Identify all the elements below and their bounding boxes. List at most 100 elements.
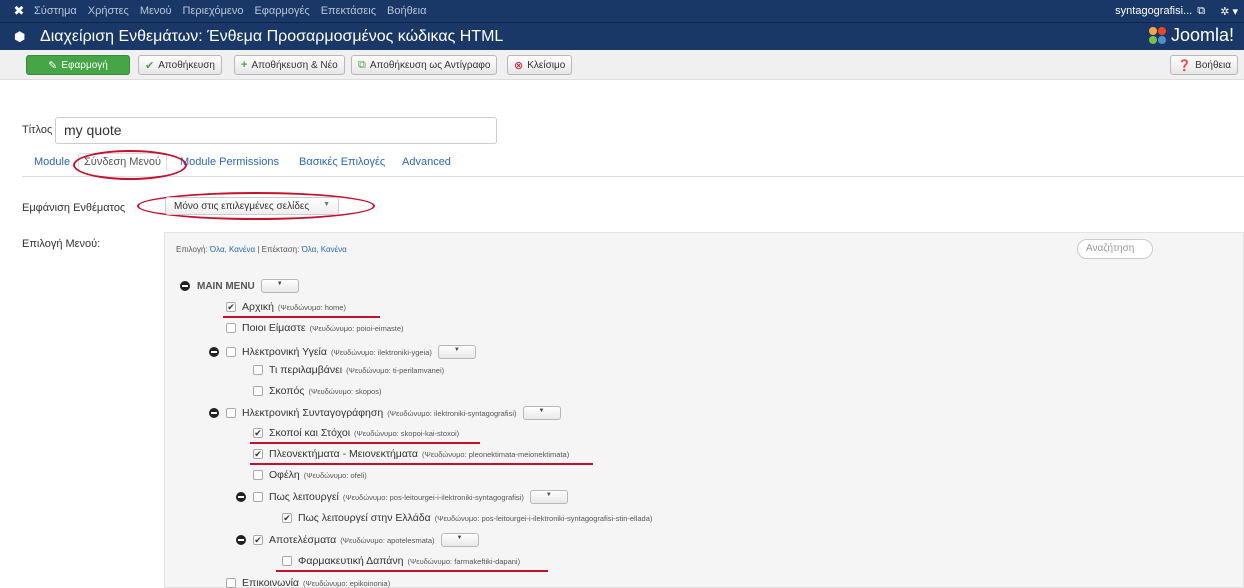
checkbox[interactable]	[226, 408, 236, 418]
menu-item-row: Πως λειτουργεί (Ψευδώνυμο: pos-leitourge…	[236, 490, 568, 504]
menu-content[interactable]: Περιεχόμενο	[183, 5, 244, 17]
menu-selection-label: Επιλογή Μενού:	[22, 238, 101, 250]
apply-button[interactable]: ✎ Εφαρμογή	[26, 55, 130, 75]
menu-extensions[interactable]: Επεκτάσεις	[321, 5, 376, 17]
checkbox[interactable]	[226, 323, 236, 333]
page-title: Διαχείριση Ενθεμάτων: Ένθεμα Προσαρμοσμέ…	[40, 27, 504, 45]
select-prefix: Επιλογή:	[176, 245, 208, 254]
external-link-icon[interactable]: ⧉	[1192, 5, 1210, 18]
menu-item-alias: (Ψευδώνυμο: ti-perilamvanei)	[346, 365, 445, 375]
close-icon: ⊗	[514, 59, 524, 72]
menu-item-row: Επικοινωνία (Ψευδώνυμο: epikoinonia)	[226, 576, 390, 588]
collapse-icon[interactable]	[236, 492, 246, 502]
menu-item-label: Πως λειτουργεί στην Ελλάδα	[298, 512, 431, 524]
menu-item-label: Ηλεκτρονική Υγεία	[242, 346, 327, 358]
menu-item-label: Αποτελέσματα	[269, 534, 337, 546]
menu-help[interactable]: Βοήθεια	[387, 5, 426, 17]
admin-menu: Σύστημα Χρήστες Μενού Περιεχόμενο Εφαρμο…	[34, 5, 437, 17]
menu-item-alias: (Ψευδώνυμο: pos-leitourgei-i-ilektroniki…	[434, 513, 653, 523]
save-label: Αποθήκευση	[158, 59, 215, 71]
close-button[interactable]: ⊗ Κλείσιμο	[507, 55, 573, 75]
menu-item-label: Ηλεκτρονική Συνταγογράφηση	[242, 407, 384, 419]
checkbox[interactable]: ✔	[282, 513, 292, 523]
menu-item-alias: (Ψευδώνυμο: ilektroniki-syntagografisi)	[387, 408, 517, 418]
expand-none-link[interactable]: Κανένα	[321, 245, 347, 254]
save-copy-button[interactable]: ⧉ Αποθήκευση ως Αντίγραφο	[351, 55, 498, 75]
dropdown-button[interactable]	[529, 490, 568, 504]
menu-system[interactable]: Σύστημα	[34, 5, 77, 17]
select-all-link[interactable]: Όλα,	[210, 245, 227, 254]
menu-item-label: Ποιοι Είμαστε	[242, 322, 306, 334]
help-button[interactable]: ❓ Βοήθεια	[1170, 55, 1238, 75]
menu-components[interactable]: Εφαρμογές	[254, 5, 309, 17]
menu-item-row: Σκοπός (Ψευδώνυμο: skopos)	[253, 384, 381, 398]
menu-item-row: ✔ Αρχική (Ψευδώνυμο: home)	[226, 300, 346, 314]
gear-icon[interactable]: ✲ ▾	[1220, 5, 1238, 18]
tab-divider	[22, 176, 1244, 177]
collapse-icon[interactable]	[209, 408, 219, 418]
collapse-icon[interactable]	[209, 347, 219, 357]
collapse-icon[interactable]	[236, 535, 246, 545]
annotation-underline	[223, 316, 380, 318]
tab-advanced[interactable]: Advanced	[402, 156, 451, 168]
tab-basic-options[interactable]: Βασικές Επιλογές	[299, 156, 385, 168]
dropdown-button[interactable]	[522, 406, 561, 420]
save-new-button[interactable]: + Αποθήκευση & Νέο	[234, 55, 345, 75]
toolbar: ✎ Εφαρμογή ✔ Αποθήκευση + Αποθήκευση & Ν…	[0, 50, 1244, 80]
menu-item-label: Σκοποί και Στόχοι	[269, 427, 351, 439]
menu-group-label: MAIN MENU	[197, 280, 255, 292]
checkbox[interactable]	[253, 386, 263, 396]
dropdown-button[interactable]	[437, 345, 476, 359]
check-icon: ✔	[145, 59, 155, 72]
caret-down-icon: ▼	[323, 201, 330, 208]
title-label: Τίτλος *	[22, 124, 60, 136]
checkbox[interactable]: ✔	[253, 535, 263, 545]
assignment-select[interactable]: Μόνο στις επιλεγμένες σελίδες ▼	[165, 197, 339, 215]
checkbox[interactable]: ✔	[253, 449, 263, 459]
menu-item-row: ✔ Αποτελέσματα (Ψευδώνυμο: apotelesmata)	[236, 533, 479, 547]
checkbox[interactable]	[226, 347, 236, 357]
tab-module[interactable]: Module	[34, 156, 70, 168]
dropdown-button[interactable]	[440, 533, 479, 547]
select-none-link[interactable]: Κανένα	[229, 245, 255, 254]
checkbox[interactable]: ✔	[253, 428, 263, 438]
menu-item-alias: (Ψευδώνυμο: skopoi-kai-stoxoi)	[354, 428, 460, 438]
menu-item-label: Πως λειτουργεί	[269, 491, 339, 503]
select-controls: Επιλογή: Όλα, Κανένα | Επέκταση: Όλα, Κα…	[176, 245, 347, 254]
annotation-ellipse-tab	[73, 150, 187, 180]
menu-item-alias: (Ψευδώνυμο: pleonektimata-meionektimata)	[422, 449, 570, 459]
search-input[interactable]: Αναζήτηση	[1077, 239, 1153, 259]
dropdown-button[interactable]	[260, 279, 299, 293]
checkbox[interactable]	[253, 492, 263, 502]
copy-icon: ⧉	[358, 58, 366, 71]
menu-menus[interactable]: Μενού	[140, 5, 172, 17]
collapse-icon[interactable]	[180, 281, 190, 291]
cube-icon: ⬢	[14, 28, 26, 44]
assignment-label: Εμφάνιση Ενθέματος	[22, 202, 126, 214]
menu-item-alias: (Ψευδώνυμο: farmakeftiki-dapani)	[407, 556, 521, 566]
joomla-brand: Joomla!	[1147, 25, 1234, 46]
title-input[interactable]: my quote	[55, 117, 497, 144]
save-new-label: Αποθήκευση & Νέο	[251, 59, 338, 71]
annotation-underline	[276, 570, 548, 572]
expand-all-link[interactable]: Όλα,	[302, 245, 319, 254]
plus-icon: +	[241, 59, 248, 71]
menu-group-main: MAIN MENU	[180, 279, 299, 293]
site-link[interactable]: syntagografisi...	[1115, 5, 1192, 17]
menu-item-row: ✔ Πλεονεκτήματα - Μειονεκτήματα (Ψευδώνυ…	[253, 447, 569, 461]
joomla-logo-icon[interactable]: ✖	[8, 0, 30, 22]
checkbox[interactable]	[226, 578, 236, 588]
menu-users[interactable]: Χρήστες	[88, 5, 129, 17]
menu-item-label: Φαρμακευτική Δαπάνη	[298, 555, 404, 567]
tab-module-permissions[interactable]: Module Permissions	[180, 156, 279, 168]
save-button[interactable]: ✔ Αποθήκευση	[138, 55, 222, 75]
menu-item-row: ✔ Σκοποί και Στόχοι (Ψευδώνυμο: skopoi-k…	[253, 426, 459, 440]
checkbox[interactable]	[253, 470, 263, 480]
checkbox[interactable]: ✔	[226, 302, 236, 312]
menu-item-row: Οφέλη (Ψευδώνυμο: ofeli)	[253, 468, 367, 482]
checkbox[interactable]	[282, 556, 292, 566]
menu-item-alias: (Ψευδώνυμο: poioi-eimaste)	[309, 323, 404, 333]
menu-item-label: Σκοπός	[269, 385, 305, 397]
checkbox[interactable]	[253, 365, 263, 375]
edit-icon: ✎	[48, 59, 58, 72]
